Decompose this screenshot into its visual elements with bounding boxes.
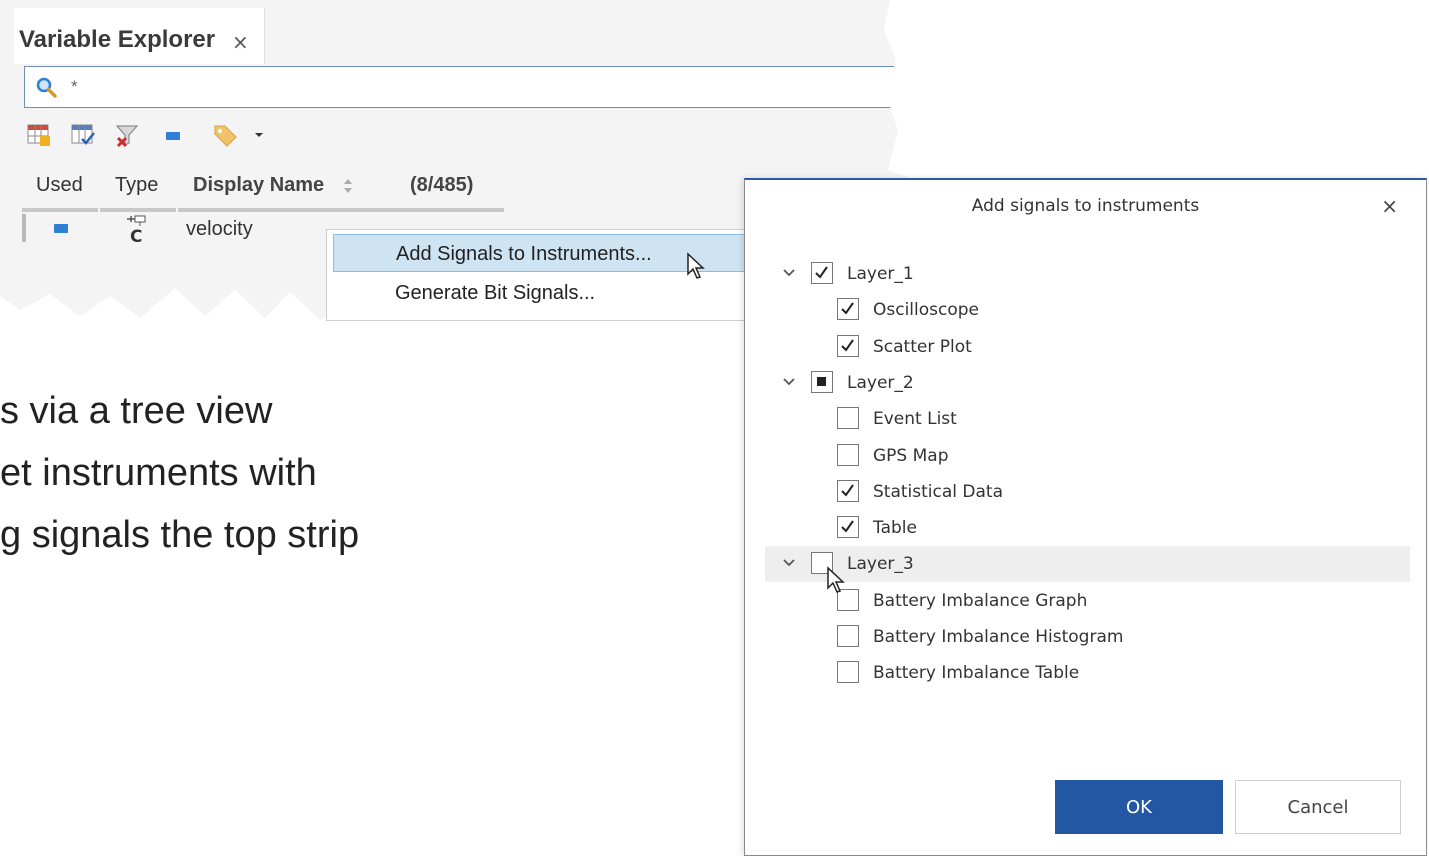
caption-line: s via a tree view [0,390,273,432]
tree-item-label: Battery Imbalance Graph [873,590,1088,611]
tree-instrument-row[interactable]: Battery Imbalance Graph [765,583,1410,619]
tree-item-label: Battery Imbalance Histogram [873,627,1124,647]
row-selection-marker [22,214,26,242]
chevron-down-icon[interactable] [781,374,797,390]
tree-instrument-row[interactable]: Scatter Plot [765,329,1410,365]
checkbox[interactable] [837,298,859,321]
tree-item-label: Scatter Plot [873,336,972,357]
chevron-down-icon[interactable] [781,265,797,281]
background-caption: s via a tree view et instruments with g … [0,380,359,566]
checkbox[interactable] [837,443,859,466]
tree-instrument-row[interactable]: Battery Imbalance Histogram [765,619,1410,655]
check-icon [841,339,854,352]
table-check-icon[interactable] [70,122,96,148]
tree-item-label: Layer_2 [847,372,914,393]
row-display-name: velocity [186,218,253,240]
tree-item-label: GPS Map [873,445,949,466]
caption-line: et instruments with [0,452,317,494]
checkbox[interactable] [837,407,859,430]
signal-icon [54,224,68,233]
tree-item-label: Battery Imbalance Table [873,663,1080,684]
indeterminate-icon [817,376,826,386]
cancel-button[interactable]: Cancel [1235,780,1401,834]
checkbox[interactable] [811,370,833,393]
tree-layer-row[interactable]: Layer_3 [765,546,1410,583]
tree-item-label: Layer_3 [847,554,914,575]
check-icon [841,484,854,497]
tree-instrument-row[interactable]: Table [765,510,1410,546]
column-display-name[interactable]: Display Name [193,174,324,197]
close-icon[interactable]: × [1381,194,1398,218]
chevron-down-icon[interactable] [781,555,797,571]
tag-icon[interactable] [212,122,238,148]
search-value: * [71,77,78,96]
dialog-title: Add signals to instruments [971,196,1200,216]
calculated-type-icon: C [127,215,146,244]
caption-line: g signals the top strip [0,514,360,556]
context-menu: Add Signals to Instruments... Generate B… [326,229,748,321]
menu-item-add-signals[interactable]: Add Signals to Instruments... [333,234,745,272]
checkbox[interactable] [837,334,859,357]
check-icon [815,266,828,279]
tree-instrument-row[interactable]: Statistical Data [765,474,1410,510]
search-input[interactable]: * [24,66,904,108]
tab-title: Variable Explorer [19,26,216,53]
tree-item-label: Table [873,518,917,539]
check-icon [841,520,854,533]
tree-item-label: Statistical Data [873,481,1003,502]
filter-clear-icon[interactable] [114,122,140,148]
checkbox[interactable] [837,479,859,502]
add-signals-dialog: Add signals to instruments × Layer_1 Osci… [744,178,1427,856]
menu-item-label: Generate Bit Signals... [395,282,596,304]
table-add-icon[interactable] [26,122,52,148]
tab-variable-explorer[interactable]: Variable Explorer × [14,8,265,64]
ok-button[interactable]: OK [1055,780,1223,834]
svg-text:C: C [130,227,142,244]
tree-layer-row[interactable]: Layer_2 [765,365,1410,401]
tree-instrument-row[interactable]: Event List [765,401,1410,437]
sort-icon[interactable] [342,177,354,195]
tree-item-label: Layer_1 [847,264,914,284]
mouse-cursor-icon [827,566,845,593]
dropdown-arrow-icon[interactable] [250,122,276,148]
column-type[interactable]: Type [115,174,158,197]
checkbox[interactable] [837,661,859,684]
check-icon [841,302,854,315]
menu-item-label: Add Signals to Instruments... [396,243,652,265]
checkbox[interactable] [837,516,859,539]
tree-instrument-row[interactable]: Oscilloscope [765,292,1410,328]
menu-item-generate-bit-signals[interactable]: Generate Bit Signals... [333,274,745,312]
row-count: (8/485) [410,174,474,196]
signal-icon[interactable] [160,122,186,148]
mouse-cursor-icon [687,252,705,279]
tree-item-label: Oscilloscope [873,300,980,321]
checkbox[interactable] [837,625,859,647]
tree-item-label: Event List [873,409,957,430]
search-icon [36,77,57,98]
tree-instrument-row[interactable]: GPS Map [765,438,1410,474]
tab-close-button[interactable]: × [232,30,249,54]
column-used[interactable]: Used [36,174,83,197]
tree-layer-row[interactable]: Layer_1 [765,256,1410,292]
tree-instrument-row[interactable]: Battery Imbalance Table [765,655,1410,691]
checkbox[interactable] [811,262,833,284]
